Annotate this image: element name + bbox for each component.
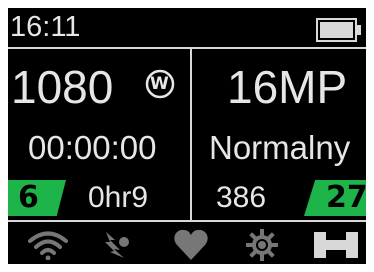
camera-screen: 16:11 1080 W 00:00:00 6 0hr9 16MP Normal…: [8, 8, 366, 264]
record-timer: 00:00:00: [28, 129, 157, 166]
video-mode-badge: W: [144, 68, 176, 100]
photo-count: 27: [326, 180, 366, 215]
photo-mode: Normalny: [209, 129, 351, 166]
bottom-divider: [8, 220, 366, 222]
clock-time: 16:11: [10, 11, 81, 43]
video-count: 6: [18, 180, 39, 215]
video-remaining: 0hr9: [88, 181, 149, 214]
interval-icon[interactable]: [100, 228, 134, 262]
heart-icon[interactable]: [173, 228, 209, 262]
battery-icon: [316, 18, 362, 42]
video-resolution: 1080: [11, 61, 114, 113]
photos-remaining: 386: [216, 181, 267, 214]
photo-resolution: 16MP: [227, 61, 348, 113]
status-divider: [8, 47, 366, 49]
bar-icon[interactable]: [314, 232, 358, 258]
panel-divider: [190, 47, 192, 222]
wifi-icon[interactable]: [26, 230, 70, 260]
settings-gear-icon[interactable]: [244, 228, 280, 262]
video-mode-letter: W: [150, 74, 169, 94]
